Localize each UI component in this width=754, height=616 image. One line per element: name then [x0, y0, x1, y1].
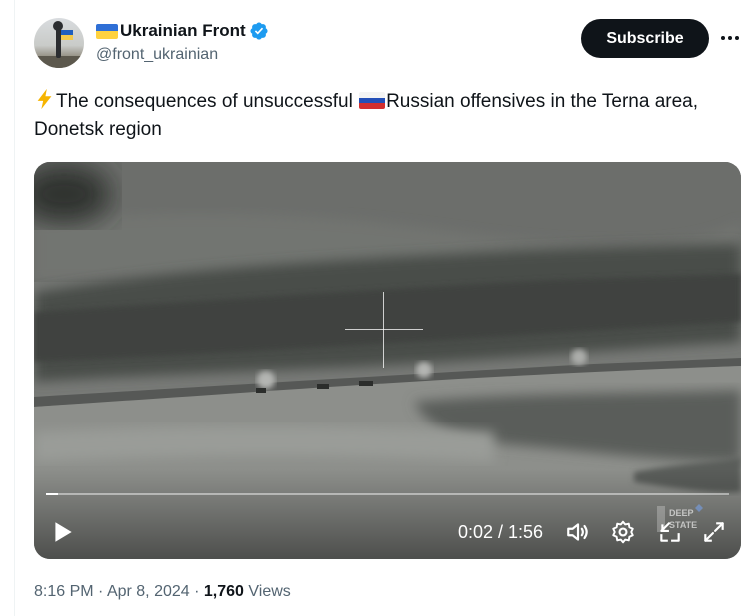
video-time-display: 0:02 / 1:56 [458, 522, 544, 542]
more-dots-icon[interactable] [718, 28, 742, 48]
video-player[interactable]: 0:02 / 1:56 DEEP STATE [34, 162, 741, 559]
tweet-text: The consequences of unsuccessful Russian… [34, 88, 746, 144]
subscribe-button[interactable]: Subscribe [581, 19, 709, 58]
ukraine-flag-icon [96, 23, 118, 39]
views-count: 1,760 [203, 583, 244, 600]
verified-badge-icon [250, 22, 268, 40]
tweet-meta: 8:16 PM · Apr 8, 2024 · 1,760 Views [34, 583, 291, 601]
play-icon[interactable] [50, 519, 76, 545]
meta-separator: · [98, 583, 104, 600]
russia-flag-icon [359, 92, 386, 109]
volume-icon[interactable] [565, 519, 591, 545]
fullscreen-icon[interactable] [701, 519, 727, 545]
tweet-date[interactable]: Apr 8, 2024 [107, 583, 190, 600]
tweet-text-part1: The consequences of unsuccessful [56, 91, 359, 112]
avatar[interactable] [34, 18, 84, 68]
video-progress-fill [46, 493, 58, 495]
author-handle[interactable]: @front_ukrainian [96, 46, 218, 64]
minimize-icon[interactable] [657, 519, 683, 545]
crosshair-horizontal [345, 329, 423, 330]
video-progress-bar[interactable] [46, 493, 729, 495]
lightning-bolt-icon [37, 88, 52, 110]
meta-separator: · [194, 583, 200, 600]
crosshair-vertical [383, 292, 384, 368]
svg-text:DEEP: DEEP [669, 508, 694, 518]
views-label: Views [248, 583, 291, 600]
settings-gear-icon[interactable] [610, 519, 636, 545]
author-name-row[interactable]: Ukrainian Front [96, 20, 269, 42]
video-controls-shade [34, 469, 741, 559]
tweet-time[interactable]: 8:16 PM [34, 583, 94, 600]
timeline-divider [14, 0, 15, 616]
author-display-name[interactable]: Ukrainian Front [120, 21, 246, 41]
